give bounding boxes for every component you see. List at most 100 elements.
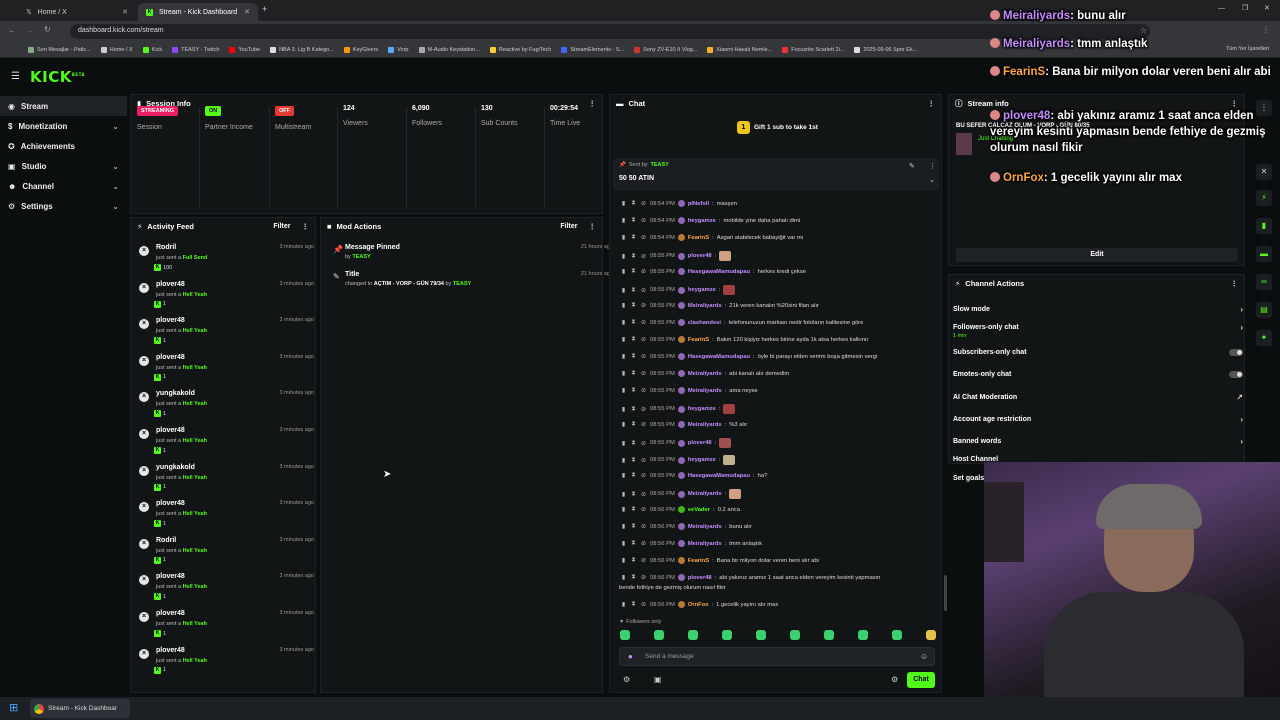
chat-message[interactable]: ▮ ⧗ ⊘ 08:56 PM Meiraliyards: tmm anlaştık bbox=[620, 540, 940, 547]
close-circle-icon[interactable]: × bbox=[139, 648, 149, 659]
channel-action-account-age-restriction[interactable]: Account age restriction › bbox=[953, 415, 1243, 424]
timeout-icon[interactable]: ⧗ bbox=[630, 200, 637, 207]
bookmark-item[interactable]: Kick bbox=[142, 46, 162, 53]
chat-username[interactable]: HasegawaMamudapau bbox=[688, 354, 750, 360]
sidebar-item-monetization[interactable]: $ Monetization ⌄ bbox=[0, 116, 127, 136]
settings-icon[interactable]: ⚙ bbox=[623, 675, 630, 684]
chat-username[interactable]: Meiraliyards bbox=[688, 491, 722, 497]
pin-message-icon[interactable]: ▮ bbox=[620, 319, 627, 326]
close-circle-icon[interactable]: × bbox=[139, 246, 149, 256]
chat-message[interactable]: ▮ ⧗ ⊘ 08:55 PM heygamze: bbox=[620, 455, 940, 465]
bookmark-item[interactable]: Son Mesajlar - Patlc... bbox=[28, 46, 91, 53]
ban-icon[interactable]: ⊘ bbox=[640, 234, 647, 241]
activity-user[interactable]: yungkakold bbox=[156, 390, 195, 397]
activity-user[interactable]: Rodril bbox=[156, 537, 176, 544]
star-icon[interactable]: ☆ bbox=[1140, 26, 1147, 35]
chat-message[interactable]: ▮ ⧗ ⊘ 08:55 PM clashandesi: telefonunuzun mar… bbox=[620, 319, 940, 326]
bookmark-item[interactable]: Reactive by FugiTech bbox=[489, 46, 551, 53]
chat-message[interactable]: ▮ ⧗ ⊘ 08:55 PM HasegawaMamudapau: ha? bbox=[620, 472, 940, 479]
mod-user[interactable]: TEASY bbox=[453, 281, 471, 287]
new-tab-icon[interactable]: + bbox=[262, 4, 267, 14]
chat-username[interactable]: Meiraliyards bbox=[688, 541, 722, 547]
reload-icon[interactable]: ↻ bbox=[44, 25, 51, 34]
hamburger-icon[interactable]: ☰ bbox=[11, 71, 20, 82]
ban-icon[interactable]: ⊘ bbox=[640, 601, 647, 608]
chat-message[interactable]: ▮ ⧗ ⊘ 08:55 PM Meiraliyards:21k veren kanalı… bbox=[620, 302, 940, 309]
toggle-switch[interactable] bbox=[1229, 349, 1243, 356]
chat-message[interactable]: ▮ ⧗ ⊘ 08:55 PM Meiraliyards: ama neyse bbox=[620, 387, 940, 394]
bookmark-item[interactable]: Sony ZV-E10 II Vlog... bbox=[634, 46, 697, 53]
ban-icon[interactable]: ⊘ bbox=[640, 319, 647, 326]
bookmark-item[interactable]: Home / X bbox=[100, 46, 133, 53]
chat-message[interactable]: ▮ ⧗ ⊘ 08:56 PM Meiraliyards: bunu alır bbox=[620, 523, 940, 530]
emote-icon[interactable] bbox=[722, 630, 732, 640]
pin-message-icon[interactable]: ▮ bbox=[620, 268, 627, 275]
timeout-icon[interactable]: ⧗ bbox=[630, 506, 637, 513]
pin-message-icon[interactable]: ▮ bbox=[620, 406, 627, 413]
timeout-icon[interactable]: ⧗ bbox=[630, 253, 637, 260]
emote-icon[interactable] bbox=[688, 630, 698, 640]
chevron-down-icon[interactable]: ⌄ bbox=[929, 176, 935, 184]
sidebar-item-achievements[interactable]: ✪ Achievements bbox=[0, 136, 127, 156]
toggle-switch[interactable] bbox=[1229, 371, 1243, 378]
chat-message[interactable]: ▮ ⧗ ⊘ 08:56 PM eeVader:0.2 anca bbox=[620, 506, 940, 513]
more-icon[interactable]: ⋮ bbox=[1231, 99, 1239, 108]
emote-icon[interactable] bbox=[824, 630, 834, 640]
chat-username[interactable]: eeVader bbox=[688, 507, 710, 513]
close-circle-icon[interactable]: × bbox=[139, 538, 149, 549]
ban-icon[interactable]: ⊘ bbox=[640, 472, 647, 479]
more-icon[interactable]: ⋮ bbox=[928, 99, 936, 108]
activity-user[interactable]: yungkakold bbox=[156, 464, 195, 471]
chat-message[interactable]: ▮ ⧗ ⊘ 08:55 PM heygamze: bbox=[620, 285, 940, 295]
sidebar-item-stream[interactable]: ◉ Stream bbox=[0, 96, 127, 116]
timeout-icon[interactable]: ⧗ bbox=[630, 287, 637, 294]
chat-username[interactable]: heygamze bbox=[688, 406, 716, 412]
ban-icon[interactable]: ⊘ bbox=[640, 440, 647, 447]
chat-username[interactable]: HasegawaMamudapau bbox=[688, 269, 750, 275]
quick-action-chat-icon[interactable]: ▬ bbox=[1256, 246, 1272, 262]
chat-username[interactable]: HasegawaMamudapau bbox=[688, 473, 750, 479]
chat-username[interactable]: Meiraliyards bbox=[688, 303, 722, 309]
more-icon[interactable]: ⋮ bbox=[1231, 279, 1239, 288]
chat-message[interactable]: ▮ ⧗ ⊘ 08:55 PM plover48: bbox=[620, 438, 940, 448]
bookmark-item[interactable]: NBA 3. Lig B Katego... bbox=[270, 46, 334, 53]
sub-goal[interactable]: 1 Gift 1 sub to take 1st bbox=[737, 121, 818, 134]
close-circle-icon[interactable]: × bbox=[139, 319, 149, 330]
mic-icon[interactable]: ● bbox=[628, 652, 633, 661]
timeout-icon[interactable]: ⧗ bbox=[630, 234, 637, 241]
emote-icon[interactable] bbox=[858, 630, 868, 640]
ban-icon[interactable]: ⊘ bbox=[640, 421, 647, 428]
browser-tab-kick[interactable]: K Stream - Kick Dashboard ✕ bbox=[138, 3, 258, 21]
bookmark-item[interactable]: 2025-09-06 Spor Ek... bbox=[854, 46, 917, 53]
bookmark-item[interactable]: Focusrite Scarlett 2i... bbox=[782, 46, 844, 53]
ban-icon[interactable]: ⊘ bbox=[640, 574, 647, 581]
timeout-icon[interactable]: ⧗ bbox=[630, 268, 637, 275]
bookmark-item[interactable]: Xiaomi Havalı Nemle... bbox=[707, 46, 772, 53]
channel-action-banned-words[interactable]: Banned words › bbox=[953, 437, 1243, 446]
channel-action-slow-mode[interactable]: Slow mode › bbox=[953, 305, 1243, 314]
chat-username[interactable]: Meiraliyards bbox=[688, 524, 722, 530]
edit-stream-button[interactable]: Edit bbox=[956, 248, 1238, 262]
timeout-icon[interactable]: ⧗ bbox=[630, 540, 637, 547]
bookmark-item[interactable]: KeyGivers bbox=[343, 46, 378, 53]
timeout-icon[interactable]: ⧗ bbox=[630, 523, 637, 530]
timeout-icon[interactable]: ⧗ bbox=[630, 387, 637, 394]
windows-start-icon[interactable]: ⊞ bbox=[9, 701, 18, 714]
channel-action-emotes-only-chat[interactable]: Emotes-only chat bbox=[953, 371, 1243, 378]
forward-icon[interactable]: → bbox=[26, 26, 34, 35]
chat-username[interactable]: plover48 bbox=[688, 575, 712, 581]
chat-username[interactable]: Meiraliyards bbox=[688, 388, 722, 394]
close-circle-icon[interactable]: × bbox=[139, 502, 149, 513]
channel-action-ai-chat-moderation[interactable]: AI Chat Moderation ↗ bbox=[953, 393, 1243, 402]
bookmark-item[interactable]: TEASY - Twitch bbox=[172, 46, 219, 53]
send-chat-button[interactable]: Chat bbox=[907, 672, 935, 688]
pin-message-icon[interactable]: ▮ bbox=[620, 421, 627, 428]
chat-message[interactable]: ▮ ⧗ ⊘ 08:55 PM FearinS: Bakın 120 kişiyiz her… bbox=[620, 336, 940, 343]
pin-message-icon[interactable]: ▮ bbox=[620, 440, 627, 447]
taskbar-chrome-item[interactable]: Stream - Kick Dashboar bbox=[30, 699, 130, 718]
ban-icon[interactable]: ⊘ bbox=[640, 268, 647, 275]
emoji-icon[interactable]: ☺ bbox=[920, 652, 928, 661]
timeout-icon[interactable]: ⧗ bbox=[630, 472, 637, 479]
pin-message-icon[interactable]: ▮ bbox=[620, 302, 627, 309]
close-circle-icon[interactable]: × bbox=[139, 392, 149, 403]
